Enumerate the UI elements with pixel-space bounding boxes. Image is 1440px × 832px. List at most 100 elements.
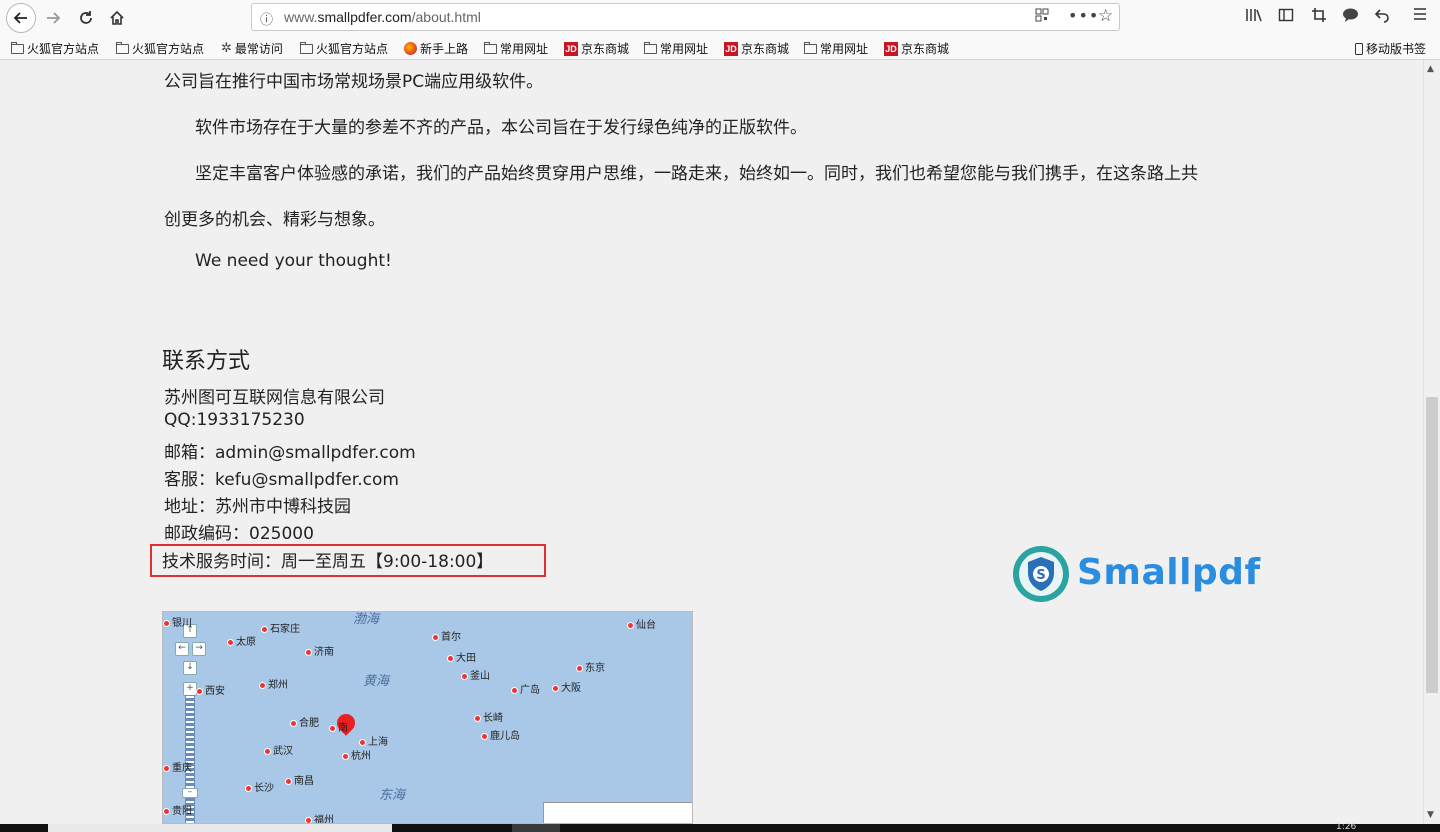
bookmark-item[interactable]: 火狐官方站点: [300, 40, 388, 57]
bookmark-item[interactable]: 常用网址: [484, 40, 548, 57]
map-city-label: 杭州: [342, 747, 371, 762]
map-city-label: 西安: [196, 682, 225, 697]
pan-left-icon[interactable]: ←: [175, 642, 189, 656]
bookmark-item[interactable]: JD 京东商城: [724, 40, 789, 57]
map-city-label: 郑州: [259, 676, 288, 691]
map-sea-label: 黄海: [363, 674, 390, 689]
contact-company: 苏州图可互联网信息有限公司: [164, 388, 385, 408]
menu-icon[interactable]: [1413, 7, 1427, 25]
gear-icon: ✲: [221, 41, 232, 56]
map-marker-icon: [342, 752, 349, 760]
url-text[interactable]: www.smallpdfer.com/about.html: [284, 9, 481, 25]
forward-icon[interactable]: [40, 5, 66, 31]
map-marker-icon: [329, 724, 336, 732]
contact-service: 客服：kefu@smallpdfer.com: [164, 470, 399, 490]
map-city-label: 东京: [576, 659, 605, 674]
about-slogan: We need your thought!: [195, 251, 392, 271]
map-marker-icon: [552, 684, 559, 692]
crop-icon[interactable]: [1311, 7, 1327, 27]
map-city-label: 合肥: [290, 714, 319, 729]
qr-code-icon[interactable]: [1035, 8, 1049, 26]
map-marker-icon: [259, 681, 266, 689]
map-city-label: 贵阳: [163, 802, 192, 817]
bookmark-item[interactable]: 火狐官方站点: [11, 40, 99, 57]
map-city-label: 南: [329, 719, 348, 734]
reload-icon[interactable]: [73, 5, 99, 31]
contact-postcode: 邮政编码：025000: [164, 524, 314, 544]
library-icon[interactable]: [1245, 7, 1263, 27]
logo-text: Smallpdf: [1077, 552, 1261, 593]
scroll-thumb[interactable]: [1426, 397, 1438, 693]
back-icon[interactable]: [6, 3, 36, 33]
star-icon[interactable]: ☆: [1098, 6, 1113, 26]
map-marker-icon: [163, 807, 170, 815]
zoom-in-icon[interactable]: +: [183, 682, 197, 696]
bookmark-item[interactable]: 常用网址: [644, 40, 708, 57]
folder-icon: [116, 41, 129, 54]
folder-icon: [300, 41, 313, 54]
info-icon[interactable]: ⓘ: [260, 9, 273, 28]
chat-icon[interactable]: [1342, 7, 1359, 27]
map-marker-icon: [576, 664, 583, 672]
map-city-label: 石家庄: [261, 620, 300, 635]
bookmark-item[interactable]: 常用网址: [804, 40, 868, 57]
sidebar-icon[interactable]: [1278, 7, 1294, 27]
jd-icon: JD: [564, 41, 578, 56]
map-city-label: 银川: [163, 614, 192, 629]
location-map[interactable]: ↑ ← → ↓ + – 银川 石家庄 太原 首尔 仙台 济南 大田 东京 郑州 釜山 西安 广岛 大阪长…: [162, 611, 693, 824]
bookmark-item[interactable]: ✲ 最常访问: [221, 40, 283, 57]
taskbar-item[interactable]: [512, 824, 560, 832]
map-marker-icon: [227, 638, 234, 646]
page-content: 公司旨在推行中国市场常规场景PC端应用级软件。 软件市场存在于大量的参差不齐的产…: [0, 60, 1423, 824]
map-city-label: 广岛: [511, 681, 540, 696]
firefox-icon: [404, 42, 417, 55]
map-marker-icon: [359, 738, 366, 746]
map-info-panel: [543, 802, 692, 823]
browser-toolbar: ⓘ www.smallpdfer.com/about.html ••• ☆: [0, 0, 1440, 36]
home-icon[interactable]: [104, 5, 130, 31]
map-marker-icon: [627, 621, 634, 629]
mobile-bookmarks[interactable]: 移动版书签: [1355, 40, 1426, 57]
map-marker-icon: [432, 633, 439, 641]
os-taskbar: 1:26: [0, 822, 1440, 832]
map-city-label: 济南: [305, 643, 334, 658]
map-marker-icon: [481, 732, 488, 740]
smallpdf-logo-icon: S: [1013, 546, 1069, 602]
zoom-handle[interactable]: –: [182, 788, 198, 798]
jd-icon: JD: [884, 41, 898, 56]
bookmark-item[interactable]: JD 京东商城: [564, 40, 629, 57]
map-marker-icon: [163, 764, 170, 772]
more-icon[interactable]: •••: [1068, 6, 1099, 25]
highlight-box: [150, 544, 546, 577]
url-bar[interactable]: ⓘ www.smallpdfer.com/about.html ••• ☆: [251, 3, 1120, 31]
smallpdf-logo: S Smallpdf: [1011, 544, 1271, 606]
map-city-label: 仙台: [627, 616, 656, 631]
pan-down-icon[interactable]: ↓: [183, 661, 197, 675]
map-city-label: 釜山: [461, 667, 490, 682]
map-sea-label: 东海: [379, 788, 406, 803]
contact-email: 邮箱：admin@smallpdfer.com: [164, 443, 416, 463]
taskbar-item[interactable]: [48, 824, 392, 832]
folder-icon: [484, 41, 497, 54]
jd-icon: JD: [724, 41, 738, 56]
map-marker-icon: [305, 648, 312, 656]
map-marker-icon: [196, 687, 203, 695]
folder-icon: [11, 41, 24, 54]
map-marker-icon: [261, 625, 268, 633]
scroll-down-icon[interactable]: ▼: [1427, 810, 1434, 820]
map-marker-icon: [290, 719, 297, 727]
undo-icon[interactable]: [1374, 7, 1390, 27]
bookmark-item[interactable]: 新手上路: [404, 40, 468, 57]
map-marker-icon: [285, 777, 292, 785]
bookmark-item[interactable]: JD 京东商城: [884, 40, 949, 57]
contact-heading: 联系方式: [162, 349, 251, 374]
bookmark-item[interactable]: 火狐官方站点: [116, 40, 204, 57]
pan-right-icon[interactable]: →: [192, 642, 206, 656]
scroll-up-icon[interactable]: ▲: [1427, 64, 1434, 74]
page-scrollbar[interactable]: ▲ ▼: [1423, 60, 1440, 824]
map-city-label: 太原: [227, 633, 256, 648]
map-city-label: 福州: [305, 811, 334, 823]
map-marker-icon: [264, 747, 271, 755]
map-city-label: 大田: [447, 649, 476, 664]
map-city-label: 长沙: [245, 779, 274, 794]
